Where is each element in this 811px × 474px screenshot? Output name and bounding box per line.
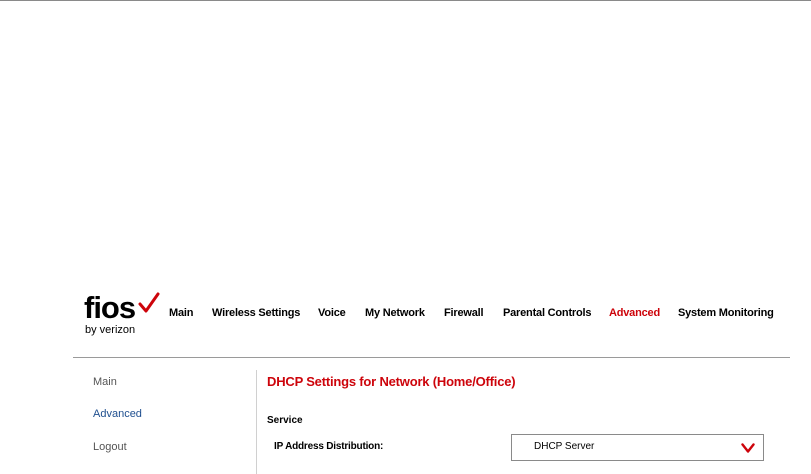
nav-item-wireless-settings[interactable]: Wireless Settings xyxy=(212,307,300,319)
nav-item-main[interactable]: Main xyxy=(169,307,193,319)
chevron-down-icon xyxy=(741,443,755,453)
section-heading-service: Service xyxy=(267,415,303,426)
logo-tagline: by verizon xyxy=(85,324,136,336)
nav-item-firewall[interactable]: Firewall xyxy=(444,307,484,319)
ip-distribution-label: IP Address Distribution: xyxy=(274,441,384,452)
sidebar-item-advanced[interactable]: Advanced xyxy=(93,408,142,420)
page-title: DHCP Settings for Network (Home/Office) xyxy=(267,374,516,389)
window-top-border xyxy=(0,0,811,1)
nav-item-advanced[interactable]: Advanced xyxy=(609,307,660,319)
header-divider xyxy=(73,357,790,358)
nav-item-parental-controls[interactable]: Parental Controls xyxy=(503,307,591,319)
top-nav: Main Wireless Settings Voice My Network … xyxy=(0,307,811,323)
ip-distribution-value: DHCP Server xyxy=(534,441,595,452)
sidebar-item-logout[interactable]: Logout xyxy=(93,441,127,453)
nav-item-system-monitoring[interactable]: System Monitoring xyxy=(678,307,774,319)
nav-item-voice[interactable]: Voice xyxy=(318,307,346,319)
sidebar-item-main[interactable]: Main xyxy=(93,376,117,388)
nav-item-my-network[interactable]: My Network xyxy=(365,307,425,319)
ip-distribution-select[interactable]: DHCP Server xyxy=(511,434,764,461)
sidebar-divider xyxy=(256,370,257,474)
